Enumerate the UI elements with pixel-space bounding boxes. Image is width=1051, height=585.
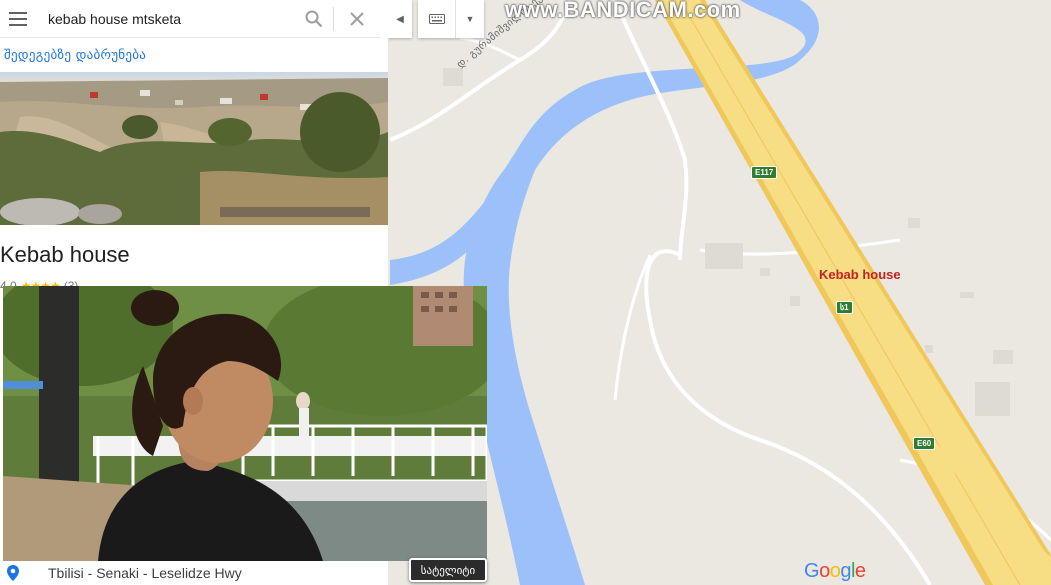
road-shield-s1: ს1 — [836, 301, 853, 314]
place-hero-photo[interactable] — [0, 72, 388, 225]
google-logo: Google — [804, 560, 866, 583]
menu-icon-bar — [9, 23, 27, 26]
search-button[interactable] — [295, 0, 333, 38]
google-letter: o — [819, 560, 830, 582]
map-place-label[interactable]: Kebab house — [819, 267, 901, 282]
google-letter: o — [829, 560, 841, 582]
road-shield-e117: E117 — [751, 166, 778, 179]
back-to-results-link[interactable]: შედეგებზე დაბრუნება — [4, 48, 146, 63]
menu-button[interactable] — [0, 0, 36, 38]
keyboard-icon — [428, 14, 445, 24]
satellite-toggle[interactable]: სატელიტი — [409, 558, 487, 582]
address-text: Tbilisi - Senaki - Leselidze Hwy — [48, 564, 242, 581]
google-letter: G — [804, 560, 820, 582]
google-letter: e — [854, 560, 866, 582]
satellite-label: სატელიტი — [420, 563, 476, 577]
collapse-panel-button[interactable]: ◀ — [388, 0, 412, 38]
menu-icon-bar — [9, 17, 27, 20]
input-tools: ▼ — [418, 0, 484, 38]
search-box — [0, 0, 380, 38]
google-letter: g — [840, 560, 851, 582]
road-shield-e60: E60 — [913, 437, 936, 450]
recording-watermark: www.BANDICAM.com — [505, 0, 741, 22]
keyboard-button[interactable] — [418, 0, 456, 38]
close-icon — [350, 11, 364, 26]
chevron-left-icon: ◀ — [396, 13, 404, 25]
address-row[interactable]: Tbilisi - Senaki - Leselidze Hwy — [0, 560, 388, 585]
caret-down-icon: ▼ — [465, 14, 475, 24]
place-title: Kebab house — [0, 242, 130, 267]
search-input[interactable] — [36, 3, 295, 34]
input-tools-dropdown[interactable]: ▼ — [456, 0, 484, 38]
search-icon — [305, 10, 323, 27]
video-overlay — [3, 286, 487, 561]
clear-search-button[interactable] — [334, 0, 380, 38]
location-pin-icon — [0, 564, 26, 582]
menu-icon-bar — [9, 11, 27, 14]
